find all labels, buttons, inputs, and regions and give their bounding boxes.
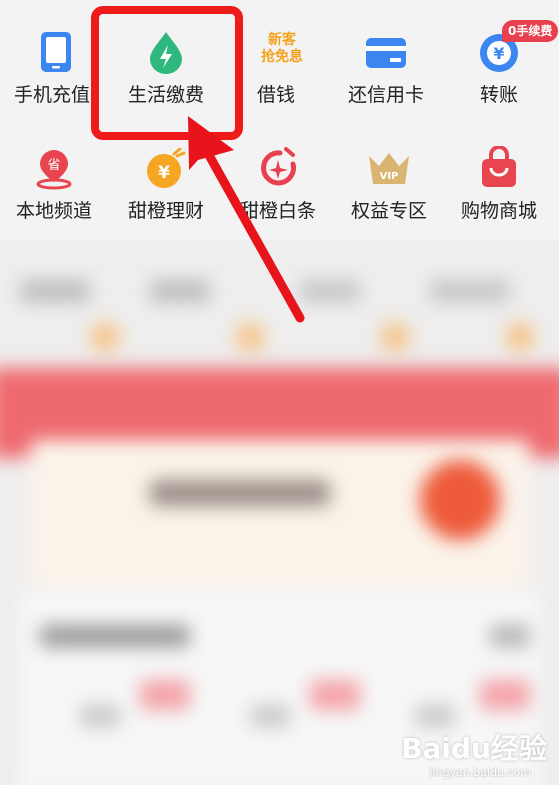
- baidu-jingyan-watermark: Baidu经验: [401, 732, 547, 765]
- pointer-arrow: [188, 116, 305, 323]
- watermark-url: jingyan.baidu.com: [429, 766, 531, 779]
